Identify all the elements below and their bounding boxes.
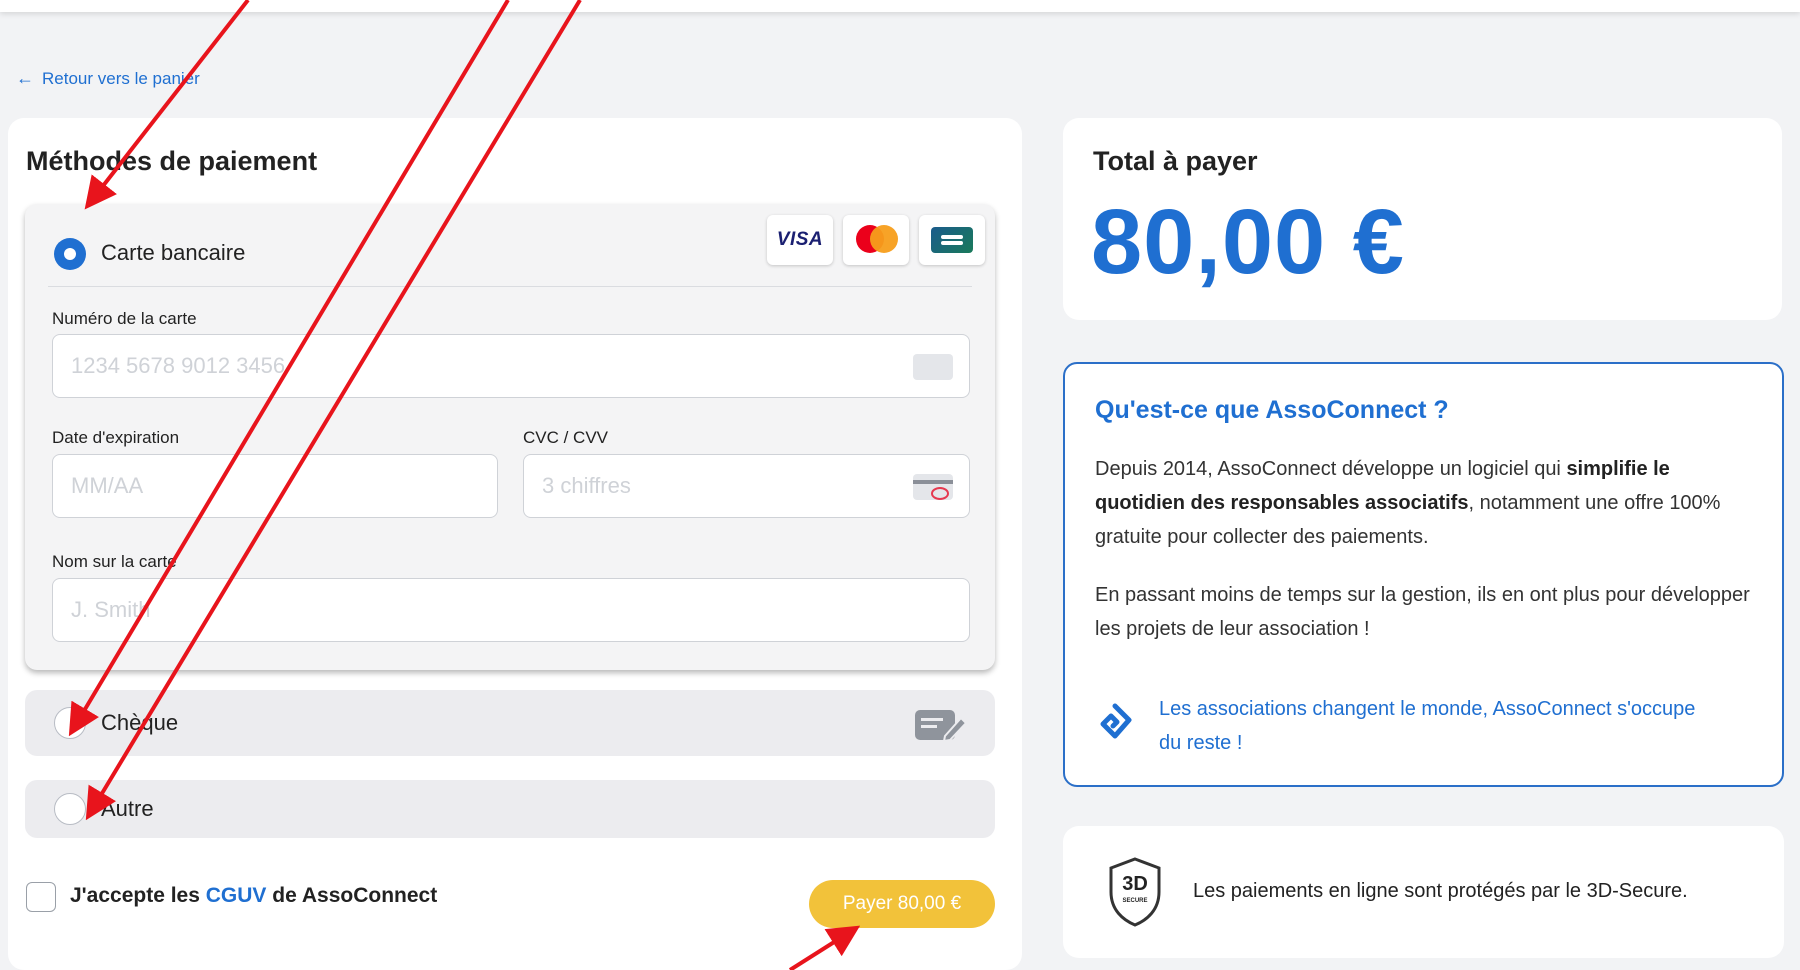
expiry-input[interactable]	[52, 454, 498, 518]
card-logos: VISA	[767, 215, 985, 265]
accept-terms-checkbox[interactable]	[26, 882, 56, 912]
visa-logo: VISA	[767, 215, 833, 265]
cheque-radio[interactable]	[54, 707, 86, 739]
card-method-label: Carte bancaire	[101, 240, 246, 265]
cvc-card-icon	[913, 474, 953, 500]
info-title: Qu'est-ce que AssoConnect ?	[1095, 396, 1449, 424]
card-radio[interactable]	[54, 238, 86, 270]
info-paragraph-2: En passant moins de temps sur la gestion…	[1095, 584, 1750, 640]
cvc-input[interactable]	[523, 454, 970, 518]
card-name-input[interactable]	[52, 578, 970, 642]
expiry-label: Date d'expiration	[52, 428, 180, 447]
card-payment-section: Carte bancaire VISA Numéro de la carte D…	[25, 204, 995, 670]
total-amount: 80,00 €	[1091, 191, 1405, 293]
pay-button[interactable]: Payer 80,00 €	[809, 880, 995, 928]
info-paragraph-1: Depuis 2014, AssoConnect développe un lo…	[1095, 458, 1721, 548]
svg-text:SECURE: SECURE	[1122, 898, 1147, 904]
top-bar	[0, 0, 1800, 12]
mastercard-logo	[843, 215, 909, 265]
accept-terms-text: J'accepte les CGUV de AssoConnect	[70, 884, 438, 907]
total-card: Total à payer 80,00 €	[1063, 118, 1782, 320]
other-method-label: Autre	[101, 796, 154, 821]
card-icon	[913, 354, 953, 380]
back-link-label: Retour vers le panier	[42, 68, 200, 88]
card-number-label: Numéro de la carte	[52, 309, 197, 328]
payment-methods-panel: Méthodes de paiement Carte bancaire VISA…	[8, 118, 1022, 970]
card-divider	[48, 286, 972, 287]
total-label: Total à payer	[1093, 146, 1258, 176]
other-method-row[interactable]: Autre	[25, 780, 995, 838]
other-radio[interactable]	[54, 793, 86, 825]
card-number-input[interactable]	[52, 334, 970, 398]
cheque-method-label: Chèque	[101, 710, 179, 735]
cb-logo	[919, 215, 985, 265]
arrow-left-icon: ←	[16, 68, 34, 88]
cguv-link[interactable]: CGUV	[206, 884, 267, 907]
card-name-label: Nom sur la carte	[52, 552, 177, 571]
info-tagline-link[interactable]: Les associations changent le monde, Asso…	[1159, 692, 1719, 760]
secure-card: 3D SECURE Les paiements en ligne sont pr…	[1063, 826, 1784, 958]
svg-text:3D: 3D	[1122, 873, 1148, 895]
assoconnect-logo-icon	[1100, 703, 1132, 739]
cheque-icon	[915, 710, 967, 742]
payment-methods-title: Méthodes de paiement	[26, 146, 318, 176]
cheque-method-row[interactable]: Chèque	[25, 690, 995, 756]
back-to-cart-link[interactable]: ← Retour vers le panier	[16, 68, 200, 89]
3d-secure-shield-icon: 3D SECURE	[1109, 857, 1161, 927]
assoconnect-info-card: Qu'est-ce que AssoConnect ? Depuis 2014,…	[1063, 362, 1784, 787]
secure-text: Les paiements en ligne sont protégés par…	[1193, 880, 1688, 902]
cvc-label: CVC / CVV	[523, 428, 609, 447]
